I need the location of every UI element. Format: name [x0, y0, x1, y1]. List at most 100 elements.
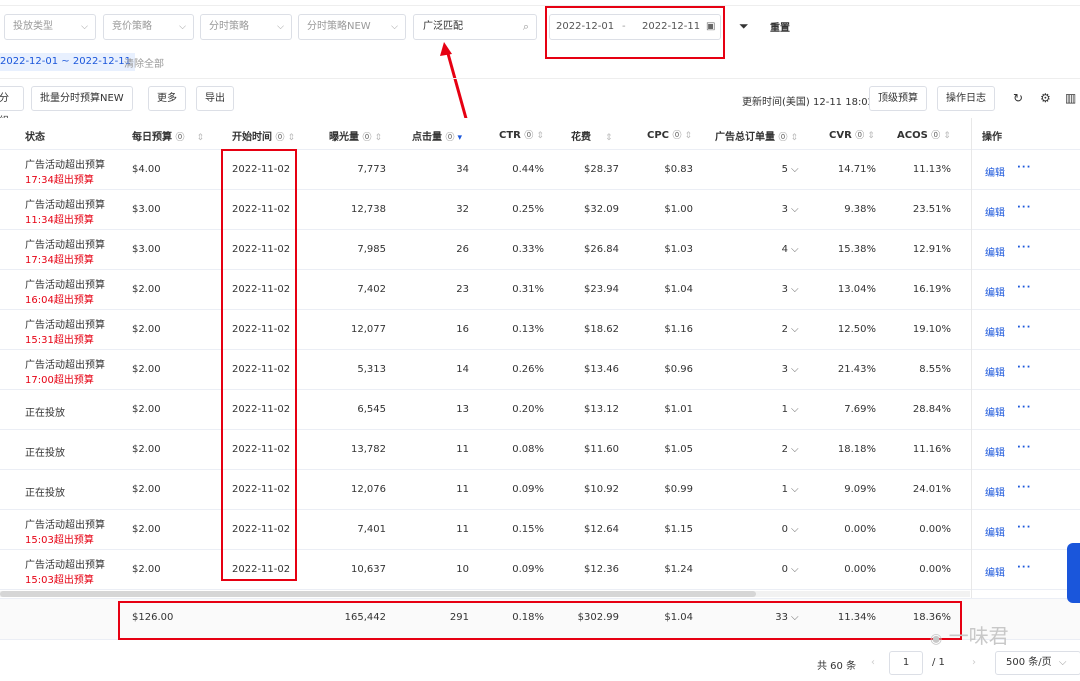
chevron-down-icon[interactable]: ⌵: [791, 444, 799, 455]
edit-link[interactable]: 编辑: [985, 404, 1005, 419]
page-size-select[interactable]: 500 条/页 ⌵: [995, 651, 1080, 675]
edit-link[interactable]: 编辑: [985, 444, 1005, 459]
top-budget-button[interactable]: 顶级预算: [869, 86, 927, 111]
columns-icon[interactable]: ▥: [1065, 91, 1076, 105]
more-actions-icon[interactable]: ···: [1017, 242, 1031, 253]
table-row[interactable]: 广告活动超出预算 15:03超出预算 $2.00 2022-11-02 7,401 11 0…: [0, 510, 1080, 550]
date-range-picker[interactable]: 2022-12-01 - 2022-12-11 ▣: [549, 14, 721, 40]
search-icon[interactable]: ⌕: [523, 15, 529, 39]
edit-link[interactable]: 编辑: [985, 164, 1005, 179]
col-impressions[interactable]: 曝光量 ⓪ ⇕: [329, 128, 382, 143]
match-type-search[interactable]: 广泛匹配 ⌕: [413, 14, 537, 40]
export-button[interactable]: 导出: [196, 86, 234, 111]
status-time: 17:00超出预算: [25, 375, 94, 386]
col-start-time[interactable]: 开始时间 ⓪ ⇕: [232, 128, 295, 143]
col-acos[interactable]: ACOS ⓪ ⇕: [897, 128, 951, 141]
table-row[interactable]: 广告活动超出预算 17:34超出预算 $4.00 2022-11-02 7,773 34 0…: [0, 150, 1080, 190]
start-time: 2022-11-02: [232, 284, 291, 295]
total-clicks: 291: [449, 612, 469, 623]
chevron-down-icon[interactable]: ⌵: [791, 404, 799, 415]
calendar-icon: ▣: [706, 21, 716, 32]
col-ctr[interactable]: CTR ⓪ ⇕: [499, 128, 544, 141]
chevron-down-icon[interactable]: ⌵: [791, 164, 799, 175]
edit-link[interactable]: 编辑: [985, 244, 1005, 259]
edit-link[interactable]: 编辑: [985, 484, 1005, 499]
impressions: 12,077: [351, 324, 386, 335]
scrollbar-thumb[interactable]: [0, 591, 756, 597]
chevron-down-icon[interactable]: ⌵: [791, 524, 799, 535]
time-strategy-select[interactable]: 分时策略 ⌵: [200, 14, 292, 40]
floating-side-tab[interactable]: [1067, 543, 1080, 603]
impressions: 6,545: [357, 404, 386, 415]
table-row[interactable]: 广告活动超出预算 17:34超出预算 $3.00 2022-11-02 7,985 26 0…: [0, 230, 1080, 270]
ctr: 0.31%: [512, 284, 544, 295]
table-row[interactable]: 正在投放 $2.00 2022-11-02 6,545 13 0.20% $13.12 $1.…: [0, 390, 1080, 430]
more-actions-icon[interactable]: ···: [1017, 322, 1031, 333]
table-row[interactable]: 广告活动超出预算 15:31超出预算 $2.00 2022-11-02 12,077 16…: [0, 310, 1080, 350]
edit-link[interactable]: 编辑: [985, 364, 1005, 379]
more-button[interactable]: 更多: [148, 86, 186, 111]
refresh-icon[interactable]: ↻: [1013, 91, 1023, 105]
page-input[interactable]: 1: [889, 651, 923, 675]
edit-link[interactable]: 编辑: [985, 324, 1005, 339]
prev-page-icon[interactable]: ‹: [871, 657, 875, 668]
active-date-tag[interactable]: 2022-12-01 ~ 2022-12-11: [0, 53, 135, 71]
table-row[interactable]: 正在投放 $2.00 2022-11-02 13,782 11 0.08% $11.60 $1…: [0, 430, 1080, 470]
edit-link[interactable]: 编辑: [985, 284, 1005, 299]
impressions: 7,402: [357, 284, 386, 295]
edit-link[interactable]: 编辑: [985, 564, 1005, 579]
next-page-icon[interactable]: ›: [972, 657, 976, 668]
more-actions-icon[interactable]: ···: [1017, 562, 1031, 573]
bid-strategy-select[interactable]: 竞价策略 ⌵: [103, 14, 194, 40]
more-actions-icon[interactable]: ···: [1017, 282, 1031, 293]
table-row[interactable]: 广告活动超出预算 11:34超出预算 $3.00 2022-11-02 12,738 32…: [0, 190, 1080, 230]
acos: 0.00%: [919, 564, 951, 575]
more-actions-icon[interactable]: ···: [1017, 202, 1031, 213]
clear-all-link[interactable]: 清除全部: [124, 55, 164, 70]
chevron-down-icon[interactable]: ⌵: [791, 484, 799, 495]
reset-button[interactable]: 重置: [770, 19, 790, 34]
col-daily-budget[interactable]: 每日预算 ⓪ ⇕: [132, 128, 204, 143]
edit-link[interactable]: 编辑: [985, 204, 1005, 219]
table-row[interactable]: 广告活动超出预算 17:00超出预算 $2.00 2022-11-02 5,313 14 0…: [0, 350, 1080, 390]
cvr: 9.38%: [844, 204, 876, 215]
group-button[interactable]: 分组: [0, 86, 24, 127]
more-actions-icon[interactable]: ···: [1017, 482, 1031, 493]
status-time: 15:03超出预算: [25, 535, 94, 546]
time-strategy-new-select[interactable]: 分时策略NEW ⌵: [298, 14, 406, 40]
table-row[interactable]: 广告活动超出预算 16:04超出预算 $2.00 2022-11-02 7,402 23 0…: [0, 270, 1080, 310]
impressions: 7,985: [357, 244, 386, 255]
more-actions-icon[interactable]: ···: [1017, 402, 1031, 413]
more-actions-icon[interactable]: ···: [1017, 362, 1031, 373]
chevron-down-icon[interactable]: ⌵: [791, 612, 799, 623]
col-cvr[interactable]: CVR ⓪ ⇕: [829, 128, 875, 141]
col-cpc[interactable]: CPC ⓪ ⇕: [647, 128, 692, 141]
orders: 4: [781, 244, 788, 255]
batch-budget-button[interactable]: 批量分时预算NEW: [31, 86, 133, 111]
status-text: 广告活动超出预算: [25, 520, 105, 531]
col-orders[interactable]: 广告总订单量 ⓪ ⇕: [715, 128, 798, 143]
more-actions-icon[interactable]: ···: [1017, 442, 1031, 453]
spend: $12.64: [584, 524, 619, 535]
col-clicks[interactable]: 点击量 ⓪ ▾: [412, 128, 462, 143]
more-actions-icon[interactable]: ···: [1017, 522, 1031, 533]
chevron-down-icon[interactable]: ⌵: [791, 204, 799, 215]
table-row[interactable]: 广告活动超出预算 15:03超出预算 $2.00 2022-11-02 10,637 10…: [0, 550, 1080, 590]
chevron-down-icon[interactable]: ⌵: [791, 364, 799, 375]
gear-icon[interactable]: ⚙: [1040, 91, 1051, 105]
col-spend[interactable]: 花费 ⇕: [571, 128, 613, 143]
chevron-down-icon[interactable]: ⌵: [791, 324, 799, 335]
chevron-down-icon[interactable]: ⌵: [791, 564, 799, 575]
op-log-button[interactable]: 操作日志: [937, 86, 995, 111]
table-row[interactable]: 正在投放 $2.00 2022-11-02 12,076 11 0.09% $10.92 $0…: [0, 470, 1080, 510]
chevron-down-icon[interactable]: ⌵: [791, 244, 799, 255]
daily-budget: $2.00: [132, 524, 161, 535]
watermark-text: 一味君: [948, 624, 1009, 648]
chevron-down-icon[interactable]: ⌵: [791, 284, 799, 295]
edit-link[interactable]: 编辑: [985, 524, 1005, 539]
acos: 19.10%: [912, 324, 951, 335]
more-actions-icon[interactable]: ···: [1017, 162, 1031, 173]
filter-icon[interactable]: ⏷: [739, 19, 749, 34]
ad-type-select[interactable]: 投放类型 ⌵: [4, 14, 96, 40]
chevron-down-icon: ⌵: [391, 22, 398, 32]
